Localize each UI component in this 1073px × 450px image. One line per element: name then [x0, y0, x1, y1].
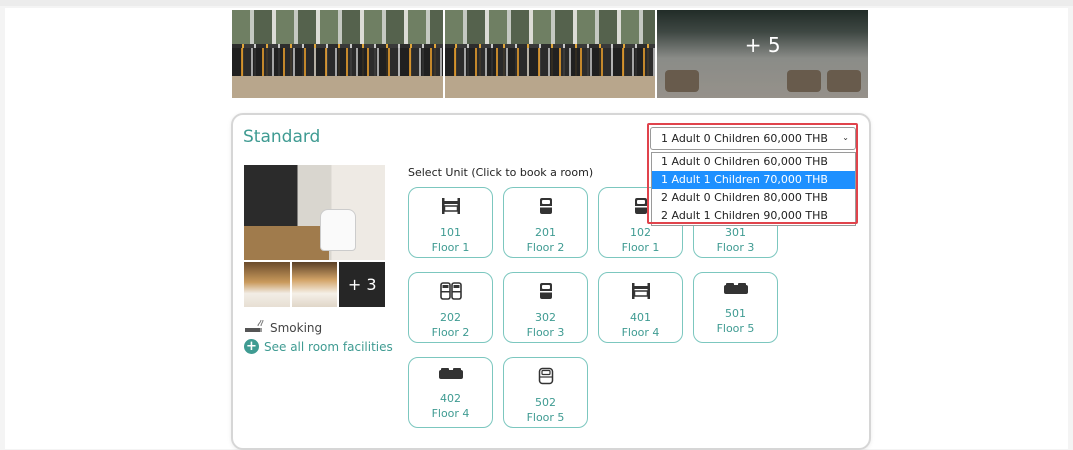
occupancy-option[interactable]: 2 Adult 0 Children 80,000 THB — [652, 189, 855, 207]
single-bed-icon — [634, 188, 648, 219]
unit-number: 202 — [440, 311, 461, 324]
occupancy-option[interactable]: 1 Adult 1 Children 70,000 THB — [652, 171, 855, 189]
gallery-more-count[interactable]: + 5 — [657, 10, 868, 80]
unit-number: 302 — [535, 311, 556, 324]
room-thumbnail-more[interactable]: + 3 — [339, 262, 386, 307]
unit-floor: Floor 4 — [621, 326, 660, 339]
room-thumbnail[interactable] — [244, 262, 290, 307]
plus-circle-icon: + — [244, 339, 259, 354]
gallery-photo-lobby[interactable]: + 5 — [657, 10, 869, 98]
unit-floor: Floor 2 — [431, 326, 470, 339]
facility-label: Smoking — [270, 320, 323, 335]
occupancy-option[interactable]: 2 Adult 1 Children 90,000 THB — [652, 207, 855, 225]
see-all-facilities-link[interactable]: + See all room facilities — [244, 339, 393, 354]
unit-floor: Floor 2 — [526, 241, 565, 254]
unit-501-button[interactable]: 501 Floor 5 — [693, 272, 778, 343]
twin-bed-icon — [440, 188, 462, 219]
gallery-photo-gym-1[interactable] — [232, 10, 443, 98]
single-bed-icon — [539, 188, 553, 219]
occupancy-select[interactable]: 1 Adult 0 Children 60,000 THB ⌄ — [650, 127, 856, 150]
occupancy-dropdown-list: 1 Adult 0 Children 60,000 THB 1 Adult 1 C… — [651, 152, 856, 226]
unit-floor: Floor 5 — [716, 322, 755, 335]
smoking-icon — [244, 319, 264, 336]
unit-302-button[interactable]: 302 Floor 3 — [503, 272, 588, 343]
unit-number: 301 — [725, 226, 746, 239]
unit-floor: Floor 3 — [716, 241, 755, 254]
unit-number: 102 — [630, 226, 651, 239]
facility-smoking: Smoking — [244, 319, 322, 336]
unit-number: 401 — [630, 311, 651, 324]
single-bed-icon — [539, 273, 553, 304]
unit-floor: Floor 3 — [526, 326, 565, 339]
top-border — [0, 0, 1073, 6]
unit-number: 402 — [440, 392, 461, 405]
unit-floor: Floor 1 — [431, 241, 470, 254]
unit-floor: Floor 1 — [621, 241, 660, 254]
double-bed-icon — [723, 273, 749, 300]
unit-202-button[interactable]: 202 Floor 2 — [408, 272, 493, 343]
occupancy-select-value: 1 Adult 0 Children 60,000 THB — [661, 132, 828, 145]
unit-401-button[interactable]: 401 Floor 4 — [598, 272, 683, 343]
unit-402-button[interactable]: 402 Floor 4 — [408, 357, 493, 428]
twin-bed-icon — [630, 273, 652, 304]
see-all-label: See all room facilities — [264, 339, 393, 354]
unit-floor: Floor 4 — [431, 407, 470, 420]
room-main-photo[interactable] — [244, 165, 385, 260]
room-more-photos-count: + 3 — [347, 275, 377, 294]
gallery-photo-gym-2[interactable] — [444, 10, 656, 98]
select-unit-label: Select Unit (Click to book a room) — [408, 166, 594, 179]
chevron-down-icon: ⌄ — [842, 133, 849, 142]
room-thumbnails: + 3 — [244, 262, 386, 307]
unit-101-button[interactable]: 101 Floor 1 — [408, 187, 493, 258]
unit-number: 502 — [535, 396, 556, 409]
unit-number: 501 — [725, 307, 746, 320]
unit-floor: Floor 5 — [526, 411, 565, 424]
room-type-title: Standard — [243, 127, 321, 147]
double-bed-icon — [438, 358, 464, 385]
room-thumbnail[interactable] — [291, 262, 338, 307]
occupancy-option[interactable]: 1 Adult 0 Children 60,000 THB — [652, 153, 855, 171]
unit-502-button[interactable]: 502 Floor 5 — [503, 357, 588, 428]
unit-number: 101 — [440, 226, 461, 239]
unit-201-button[interactable]: 201 Floor 2 — [503, 187, 588, 258]
two-beds-icon — [439, 273, 462, 304]
bed-outline-icon — [538, 358, 554, 389]
unit-number: 201 — [535, 226, 556, 239]
hotel-gallery: + 5 — [232, 10, 869, 98]
